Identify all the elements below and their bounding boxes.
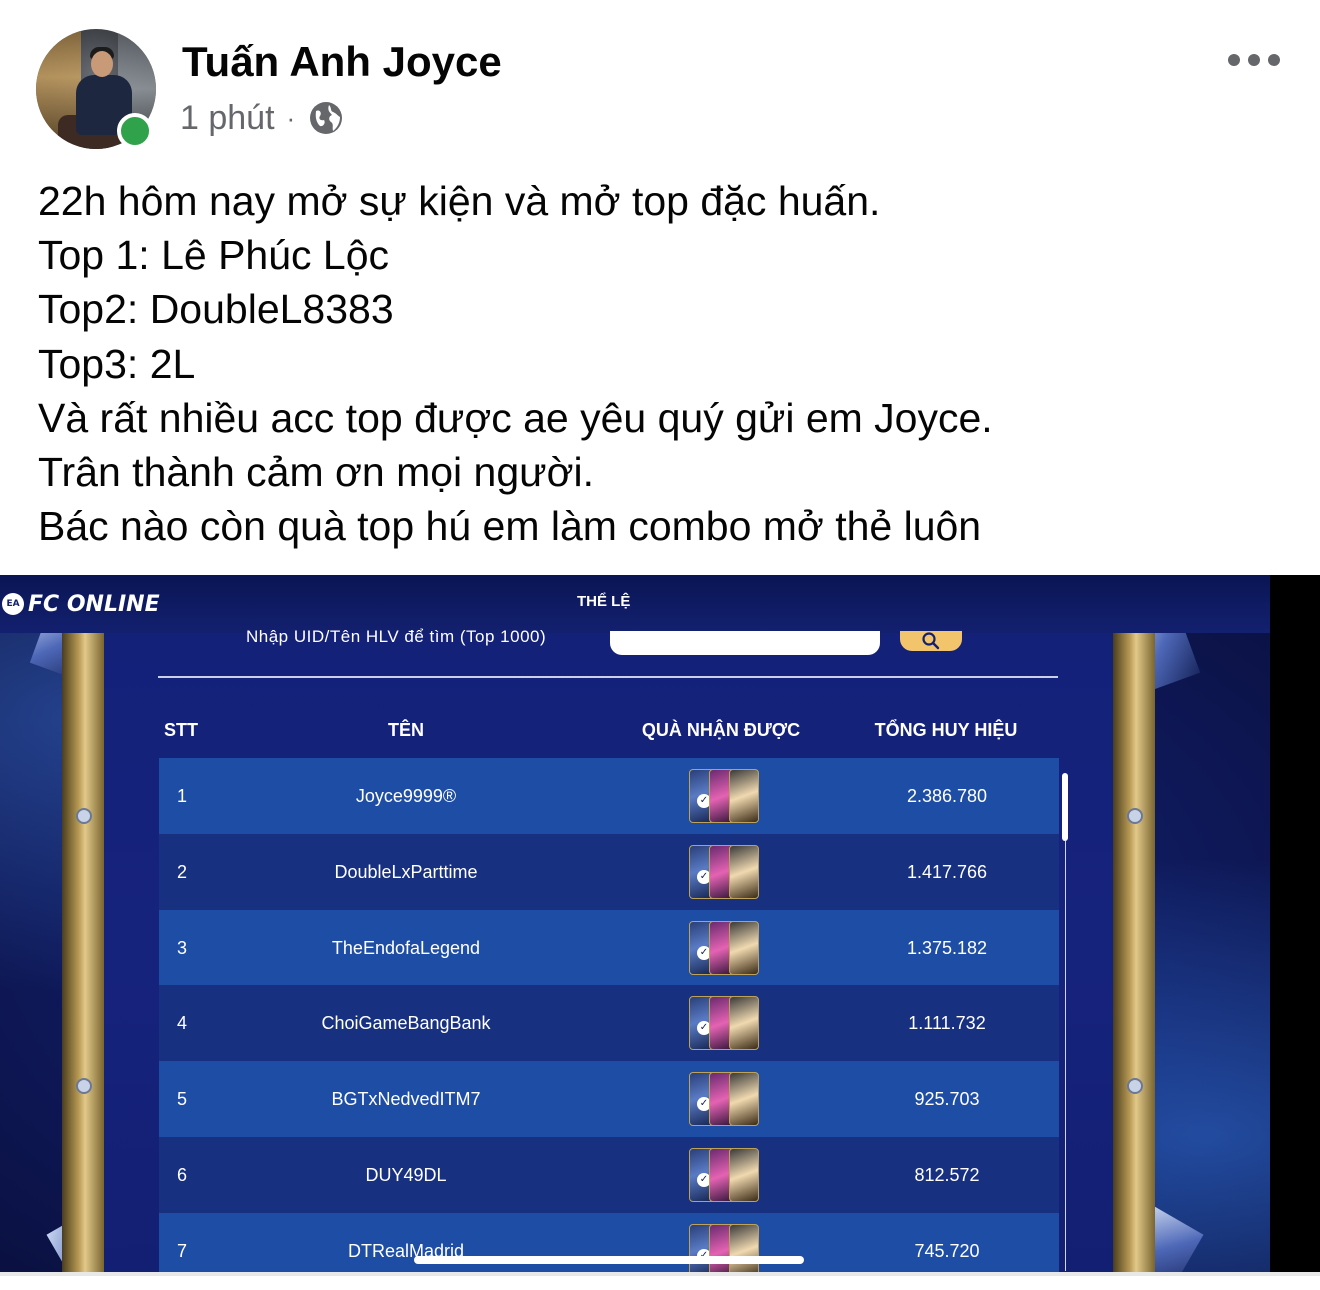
reward-cards-icon[interactable]: ✓ bbox=[689, 1223, 759, 1276]
rank-cell: 6 bbox=[177, 1165, 188, 1185]
badge-total-cell: 745.720 bbox=[914, 1240, 980, 1261]
rank-cell: 4 bbox=[177, 1013, 188, 1034]
player-name-cell: ChoiGameBangBank bbox=[321, 1013, 491, 1034]
rules-link[interactable]: THỂ LỆ bbox=[577, 593, 630, 610]
search-button[interactable] bbox=[900, 631, 962, 651]
column-header-reward: QUÀ NHẬN ĐƯỢC bbox=[641, 720, 801, 740]
more-horizontal-icon[interactable] bbox=[1228, 50, 1280, 70]
column-header-rank: STT bbox=[164, 720, 198, 740]
rank-cell: 7 bbox=[177, 1240, 188, 1261]
player-name-cell: DTRealMadrid bbox=[347, 1240, 465, 1261]
left-pillar bbox=[62, 633, 104, 1276]
online-status-indicator bbox=[117, 113, 153, 149]
table-row[interactable]: 5 BGTxNedvedITM7 ✓ 925.703 bbox=[159, 1061, 1059, 1138]
post-line: Trân thành cảm ơn mọi người. bbox=[38, 449, 594, 496]
post-line: Top 1: Lê Phúc Lộc bbox=[38, 232, 390, 279]
player-name-cell: TheEndofaLegend bbox=[331, 937, 481, 958]
table-row[interactable]: 1 Joyce9999® ✓ 2.386.780 bbox=[159, 758, 1059, 834]
fc-online-logo[interactable]: EA FC ONLINE bbox=[2, 591, 160, 617]
meta-separator: · bbox=[286, 102, 296, 133]
rank-cell: 1 bbox=[177, 786, 188, 806]
right-pillar bbox=[1113, 633, 1155, 1276]
scrollbar-track[interactable] bbox=[1065, 841, 1066, 1271]
player-name-cell: BGTxNedvedITM7 bbox=[331, 1089, 481, 1110]
column-header-name: TÊN bbox=[388, 720, 424, 740]
reward-cards-icon[interactable]: ✓ bbox=[689, 1072, 759, 1127]
table-row[interactable]: 4 ChoiGameBangBank ✓ 1.111.732 bbox=[159, 985, 1059, 1062]
game-top-bar bbox=[0, 575, 1270, 633]
search-icon bbox=[922, 632, 940, 650]
post-line: Top2: DoubleL8383 bbox=[38, 286, 394, 333]
reward-cards-icon[interactable]: ✓ bbox=[689, 920, 759, 975]
player-name-cell: DUY49DL bbox=[365, 1165, 447, 1185]
table-row[interactable]: 6 DUY49DL ✓ 812.572 bbox=[159, 1137, 1059, 1213]
post-timestamp[interactable]: 1 phút bbox=[180, 99, 275, 138]
globe-icon[interactable] bbox=[307, 99, 345, 137]
reward-cards-icon[interactable]: ✓ bbox=[689, 1148, 759, 1202]
post-line: Bác nào còn quà top hú em làm combo mở t… bbox=[38, 503, 982, 550]
home-indicator bbox=[414, 1256, 804, 1264]
rank-cell: 5 bbox=[177, 1089, 188, 1110]
reward-cards-icon[interactable]: ✓ bbox=[689, 996, 759, 1051]
post-body: 22h hôm nay mở sự kiện và mở top đặc huấ… bbox=[38, 174, 1298, 553]
column-header-badges: TỔNG HUY HIỆU bbox=[874, 720, 1018, 740]
badge-total-cell: 812.572 bbox=[914, 1165, 980, 1185]
badge-total-cell: 2.386.780 bbox=[906, 786, 988, 806]
rank-cell: 3 bbox=[177, 937, 188, 958]
post-image-leaderboard[interactable]: EA FC ONLINE THỂ LỆ Nhập UID/Tên HLV để … bbox=[0, 575, 1320, 1276]
search-label: Nhập UID/Tên HLV để tìm (Top 1000) bbox=[246, 627, 547, 646]
player-name-cell: DoubleLxParttime bbox=[334, 861, 478, 882]
rank-cell: 2 bbox=[177, 861, 188, 882]
rivet-icon bbox=[1127, 1078, 1143, 1094]
rivet-icon bbox=[1127, 808, 1143, 824]
table-row[interactable]: 7 DTRealMadrid ✓ 745.720 bbox=[159, 1212, 1059, 1276]
post-meta: 1 phút · bbox=[180, 98, 345, 138]
table-row[interactable]: 2 DoubleLxParttime ✓ 1.417.766 bbox=[159, 833, 1059, 910]
author-name[interactable]: Tuấn Anh Joyce bbox=[182, 38, 502, 86]
header-divider bbox=[158, 676, 1058, 678]
player-name-cell: Joyce9999® bbox=[355, 786, 457, 806]
logo-text: FC ONLINE bbox=[28, 591, 160, 617]
post-line: Và rất nhiều acc top được ae yêu quý gửi… bbox=[38, 394, 993, 441]
badge-total-cell: 1.375.182 bbox=[906, 937, 988, 958]
search-input[interactable] bbox=[610, 631, 880, 655]
badge-total-cell: 1.417.766 bbox=[906, 861, 988, 882]
table-row[interactable]: 3 TheEndofaLegend ✓ 1.375.182 bbox=[159, 909, 1059, 986]
post-line: 22h hôm nay mở sự kiện và mở top đặc huấ… bbox=[38, 178, 881, 224]
ea-badge-icon: EA bbox=[2, 593, 24, 615]
rivet-icon bbox=[76, 1078, 92, 1094]
reward-cards-icon[interactable]: ✓ bbox=[689, 769, 759, 823]
reward-cards-icon[interactable]: ✓ bbox=[689, 844, 759, 899]
scrollbar-thumb[interactable] bbox=[1062, 773, 1068, 841]
rivet-icon bbox=[76, 808, 92, 824]
post-line: Top3: 2L bbox=[38, 340, 196, 387]
badge-total-cell: 925.703 bbox=[914, 1089, 980, 1110]
badge-total-cell: 1.111.732 bbox=[908, 1013, 986, 1034]
